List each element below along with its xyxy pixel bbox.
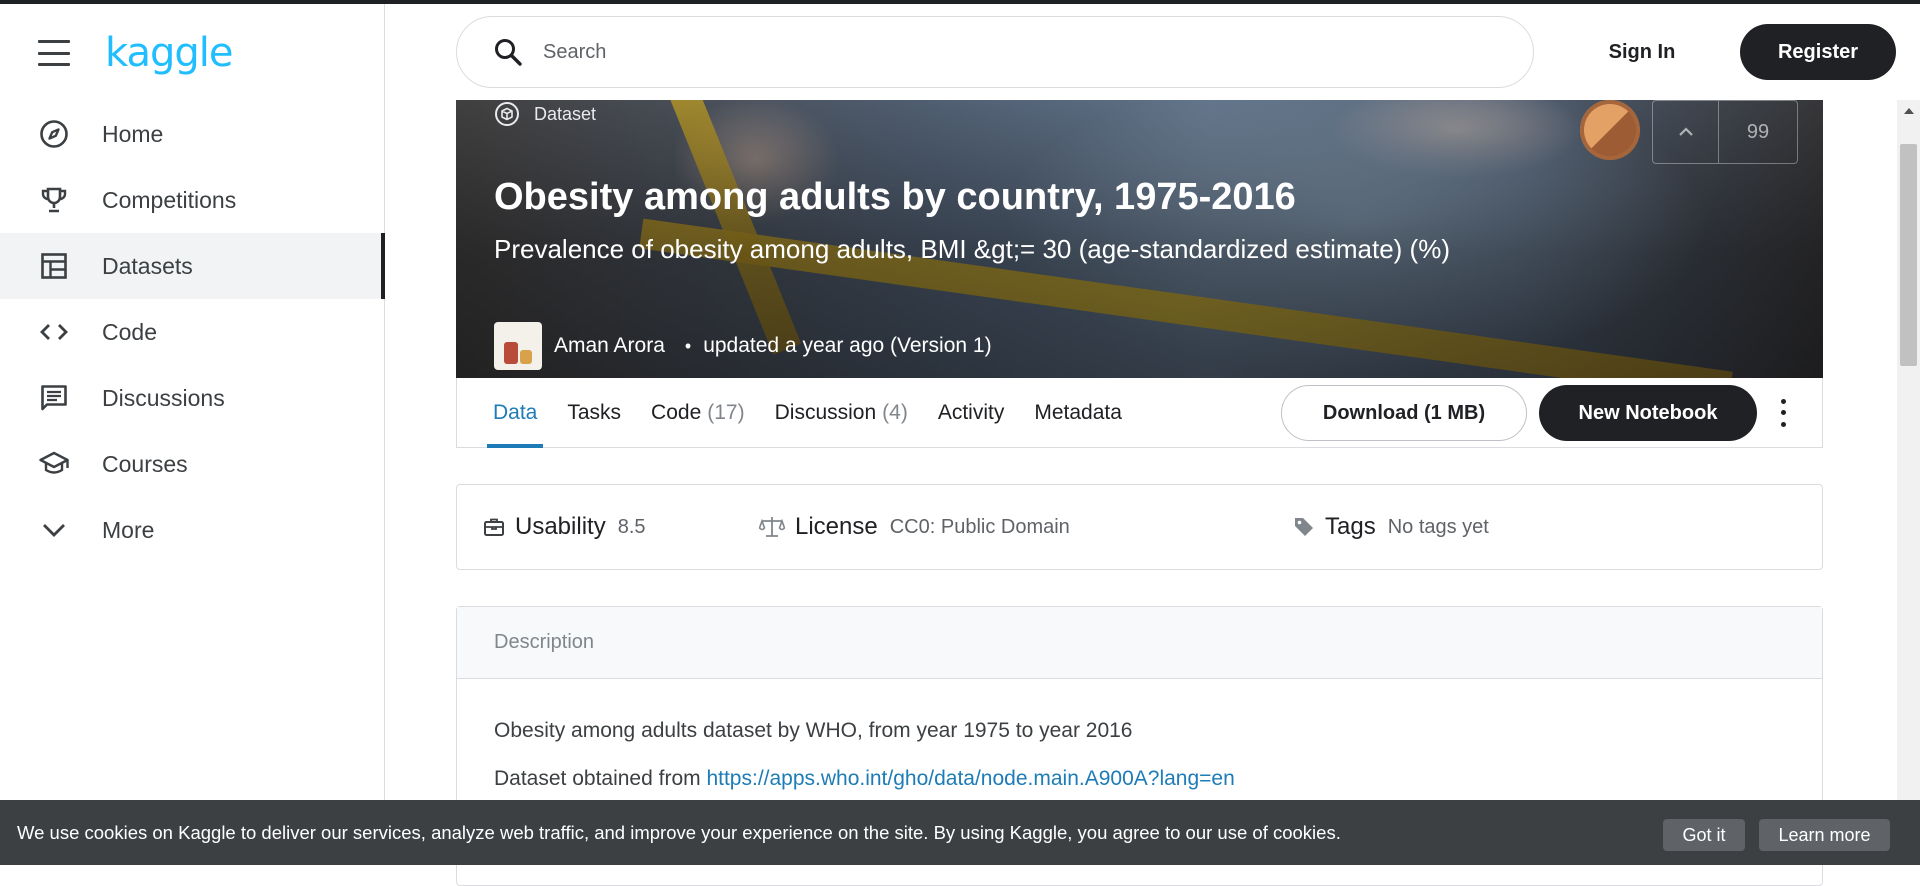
dataset-type-label: Dataset [534,103,597,124]
tab-data[interactable]: Data [487,378,544,448]
cookie-text: We use cookies on Kaggle to deliver our … [17,821,1341,843]
sidebar-item-courses[interactable]: Courses [0,431,385,497]
sidebar-item-label: Courses [102,450,188,477]
search-input[interactable] [543,40,1443,64]
tab-activity[interactable]: Activity [932,378,1011,448]
tab-count: (4) [882,401,908,424]
scale-icon [759,517,785,537]
sidebar-nav: Home Competitions Datasets Code Discussi… [0,101,385,563]
tab-label: Tasks [567,401,622,424]
bronze-medal-icon[interactable] [1580,100,1640,160]
description-heading: Description [457,607,1822,679]
top-stripe [0,0,1920,4]
tags-item: Tags No tags yet [1293,485,1489,569]
compass-icon [38,118,70,150]
tab-label: Discussion [774,401,877,424]
sidebar-item-label: Discussions [102,384,225,411]
comment-icon [38,382,70,414]
kaggle-logo[interactable]: kaggle [105,30,233,76]
tab-list: Data Tasks Code (17) Discussion (4) Activi… [487,378,1146,448]
avatar[interactable] [494,322,542,370]
upvote-button[interactable] [1653,101,1719,163]
dataset-title: Obesity among adults by country, 1975-20… [494,176,1296,218]
top-bar: Sign In Register [386,4,1920,98]
scrollbar-thumb[interactable] [1900,144,1917,366]
learn-more-button[interactable]: Learn more [1759,819,1890,851]
tags-label: Tags [1325,513,1376,540]
dataset-subtitle: Prevalence of obesity among adults, BMI … [494,234,1450,264]
more-vert-icon[interactable] [1771,396,1795,430]
briefcase-icon [484,518,504,536]
author-line: Aman Arora • updated a year ago (Version… [494,322,992,370]
trophy-icon [38,184,70,216]
tags-value: No tags yet [1387,515,1489,538]
sidebar-header: kaggle [0,4,385,104]
vote-count: 99 [1746,120,1770,143]
upvote-widget: 99 [1652,100,1798,164]
menu-icon[interactable] [38,40,70,66]
dataset-info-card: Usability 8.5 License CC0: Public Domain… [456,484,1823,570]
table-icon [38,250,70,282]
chevron-up-icon [1678,127,1693,136]
tab-tasks[interactable]: Tasks [561,378,627,448]
register-button[interactable]: Register [1740,24,1896,80]
description-text: Obesity among adults dataset by WHO, fro… [494,719,1133,742]
cookie-banner: We use cookies on Kaggle to deliver our … [0,800,1920,865]
tab-metadata[interactable]: Metadata [1028,378,1128,448]
code-icon [38,316,70,348]
dataset-type-tag: Dataset [494,100,596,128]
updated-text: updated a year ago (Version 1) [703,334,992,357]
school-icon [38,448,70,480]
sidebar-item-label: Datasets [102,252,193,279]
sidebar-item-label: Competitions [102,186,237,213]
scroll-up-arrow[interactable] [1897,100,1920,122]
sidebar-item-home[interactable]: Home [0,101,385,167]
sidebar-item-more[interactable]: More [0,497,385,563]
tab-label: Metadata [1034,401,1122,424]
search-icon [495,39,522,66]
sign-in-button[interactable]: Sign In [1580,26,1704,78]
sidebar-item-discussions[interactable]: Discussions [0,365,385,431]
usability-item: Usability 8.5 [483,485,646,569]
tag-icon [1295,518,1313,536]
usability-value: 8.5 [617,515,646,538]
tab-label: Data [493,401,538,424]
sidebar-item-code[interactable]: Code [0,299,385,365]
usability-label: Usability [515,513,606,540]
sidebar-item-label: Home [102,120,164,147]
description-source: Dataset obtained from https://apps.who.i… [494,767,1235,791]
license-label: License [795,513,878,540]
dataset-icon [495,102,519,126]
sidebar-item-label: More [102,516,155,543]
chevron-down-icon [38,514,70,546]
search-bar[interactable] [456,16,1534,88]
author-name[interactable]: Aman Arora [554,334,665,358]
source-prefix: Dataset obtained from [494,767,707,790]
source-link[interactable]: https://apps.who.int/gho/data/node.main.… [706,767,1234,790]
sidebar-item-datasets[interactable]: Datasets [0,233,385,299]
tab-label: Code [651,401,702,424]
separator-dot: • [684,335,692,356]
license-item: License CC0: Public Domain [759,485,1070,569]
tab-code[interactable]: Code (17) [645,378,751,448]
download-button[interactable]: Download (1 MB) [1281,385,1527,441]
sidebar-item-label: Code [102,318,157,345]
dataset-tab-bar: Data Tasks Code (17) Discussion (4) Activi… [456,378,1823,448]
tab-label: Activity [937,401,1005,424]
tab-count: (17) [707,401,745,424]
license-value[interactable]: CC0: Public Domain [890,516,1070,539]
scrollbar[interactable] [1897,100,1920,865]
sidebar-item-competitions[interactable]: Competitions [0,167,385,233]
new-notebook-button[interactable]: New Notebook [1539,385,1757,441]
dataset-header-banner: Dataset Obesity among adults by country,… [456,100,1823,378]
tab-discussion[interactable]: Discussion (4) [769,378,914,448]
got-it-button[interactable]: Got it [1663,819,1745,851]
sidebar: kaggle Home Competitions Datasets Code D… [0,4,385,865]
